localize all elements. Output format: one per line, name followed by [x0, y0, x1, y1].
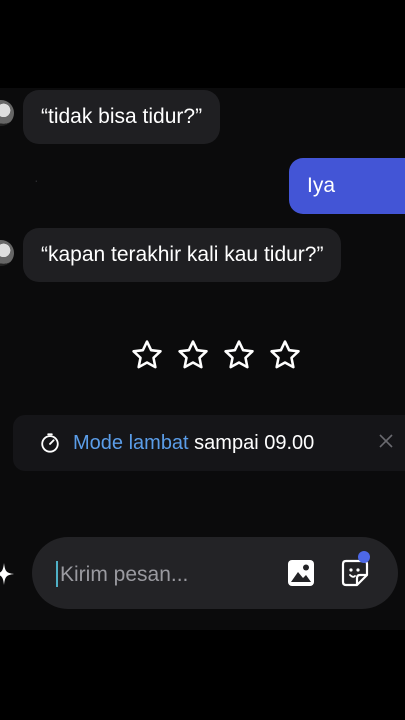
message-text: “kapan terakhir kali kau tidur?”	[41, 243, 324, 266]
image-icon[interactable]	[287, 559, 315, 587]
bot-message: “kapan terakhir kali kau tidur?”	[23, 228, 342, 282]
star-icon[interactable]	[268, 338, 302, 372]
notification-dot	[358, 551, 370, 563]
star-icon[interactable]	[130, 338, 164, 372]
message-input[interactable]	[58, 559, 262, 591]
bot-message: “tidak bisa tidur?”	[23, 90, 221, 144]
faded-background-text: ·	[34, 172, 39, 188]
user-message: Iya	[289, 158, 405, 214]
slow-mode-until: sampai 09.00	[188, 431, 315, 454]
slow-mode-banner: Mode lambat sampai 09.00	[13, 415, 405, 471]
sparkle-icon[interactable]	[0, 563, 14, 585]
message-composer	[32, 537, 398, 609]
rating-stars	[130, 338, 302, 372]
timer-icon	[41, 433, 59, 453]
message-text: Iya	[307, 174, 336, 197]
star-icon[interactable]	[176, 338, 210, 372]
star-icon[interactable]	[222, 338, 256, 372]
chat-screen: “tidak bisa tidur?” · Iya “kapan terakhi…	[0, 88, 405, 630]
bot-avatar[interactable]	[0, 240, 14, 266]
slow-mode-label[interactable]: Mode lambat	[73, 432, 189, 454]
slow-mode-text: Mode lambat sampai 09.00	[73, 432, 314, 455]
bot-avatar[interactable]	[0, 100, 14, 126]
message-text: “tidak bisa tidur?”	[41, 105, 203, 128]
close-icon[interactable]	[377, 432, 395, 450]
sticker-icon[interactable]	[341, 559, 369, 587]
